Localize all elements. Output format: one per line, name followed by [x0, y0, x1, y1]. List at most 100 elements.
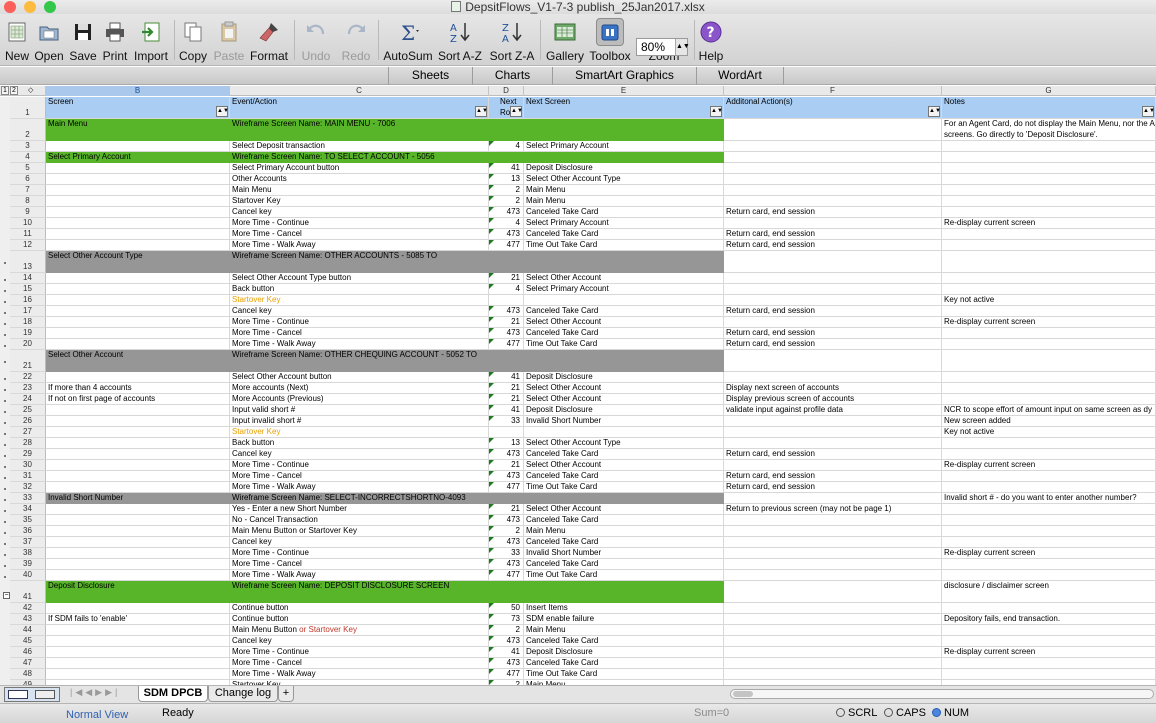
- cell-c[interactable]: Startover Key: [230, 427, 489, 438]
- cell-b[interactable]: [46, 526, 230, 537]
- cell-d[interactable]: 473: [489, 207, 524, 218]
- cell-e[interactable]: Deposit Disclosure: [524, 405, 724, 416]
- cell-g[interactable]: [942, 251, 1156, 273]
- cell-c[interactable]: Wireframe Screen Name: OTHER ACCOUNTS - …: [230, 251, 489, 273]
- cell-c[interactable]: Wireframe Screen Name: OTHER CHEQUING AC…: [230, 350, 489, 372]
- cell-b[interactable]: Screen ▲▼: [46, 97, 230, 119]
- cell-c[interactable]: More Time - Cancel: [230, 328, 489, 339]
- row-number[interactable]: 5: [10, 163, 46, 174]
- cell-f[interactable]: Return card, end session: [724, 471, 942, 482]
- cell-d[interactable]: 41: [489, 647, 524, 658]
- cell-g[interactable]: [942, 625, 1156, 636]
- gallery-button[interactable]: Gallery: [544, 14, 586, 66]
- cell-d[interactable]: 4: [489, 284, 524, 295]
- select-all-corner[interactable]: 1 2 ◇: [0, 86, 46, 96]
- cell-f[interactable]: [724, 284, 942, 295]
- row-number[interactable]: 3: [10, 141, 46, 152]
- tab-smartart-graphics[interactable]: SmartArt Graphics: [552, 67, 696, 85]
- cell-c[interactable]: Wireframe Screen Name: TO SELECT ACCOUNT…: [230, 152, 489, 163]
- cell-c[interactable]: More Time - Cancel: [230, 471, 489, 482]
- row-number[interactable]: 10: [10, 218, 46, 229]
- cell-e[interactable]: Select Primary Account: [524, 284, 724, 295]
- cell-e[interactable]: [524, 493, 724, 504]
- cell-b[interactable]: [46, 317, 230, 328]
- row-number[interactable]: 16: [10, 295, 46, 306]
- cell-f[interactable]: [724, 636, 942, 647]
- row-number[interactable]: 27: [10, 427, 46, 438]
- cell-c[interactable]: More Time - Continue: [230, 317, 489, 328]
- cell-c[interactable]: More accounts (Next): [230, 383, 489, 394]
- tab-sheets[interactable]: Sheets: [388, 67, 472, 85]
- cell-f[interactable]: Return card, end session: [724, 240, 942, 251]
- cell-c[interactable]: Wireframe Screen Name: MAIN MENU - 7006: [230, 119, 489, 141]
- cell-c[interactable]: Select Primary Account button: [230, 163, 489, 174]
- cell-b[interactable]: [46, 174, 230, 185]
- cell-g[interactable]: [942, 163, 1156, 174]
- row-number[interactable]: 41: [10, 581, 46, 603]
- cell-b[interactable]: [46, 207, 230, 218]
- filter-dropdown-icon[interactable]: ▲▼: [475, 106, 488, 117]
- row-number[interactable]: 26: [10, 416, 46, 427]
- cell-g[interactable]: [942, 229, 1156, 240]
- cell-d[interactable]: 473: [489, 328, 524, 339]
- cell-g[interactable]: Depository fails, end transaction.: [942, 614, 1156, 625]
- cell-f[interactable]: [724, 119, 942, 141]
- row-number[interactable]: 36: [10, 526, 46, 537]
- cell-e[interactable]: Main Menu: [524, 625, 724, 636]
- redo-button[interactable]: Redo: [338, 14, 374, 66]
- cell-b[interactable]: [46, 163, 230, 174]
- cell-d[interactable]: 41: [489, 405, 524, 416]
- cell-d[interactable]: 33: [489, 416, 524, 427]
- cell-b[interactable]: If more than 4 accounts: [46, 383, 230, 394]
- cell-d[interactable]: 21: [489, 394, 524, 405]
- cell-g[interactable]: Re-display current screen: [942, 548, 1156, 559]
- cell-c[interactable]: More Time - Continue: [230, 548, 489, 559]
- cell-f[interactable]: Return card, end session: [724, 339, 942, 350]
- cell-f[interactable]: [724, 438, 942, 449]
- cell-f[interactable]: [724, 614, 942, 625]
- cell-f[interactable]: Additonal Action(s) ▲▼: [724, 97, 942, 119]
- cell-g[interactable]: [942, 152, 1156, 163]
- cell-d[interactable]: 2: [489, 196, 524, 207]
- collapse-group-icon[interactable]: −: [3, 592, 10, 599]
- cell-b[interactable]: [46, 515, 230, 526]
- help-button[interactable]: ? Help: [696, 14, 726, 66]
- cell-c[interactable]: Yes - Enter a new Short Number: [230, 504, 489, 515]
- cell-c[interactable]: Cancel key: [230, 207, 489, 218]
- row-number[interactable]: 44: [10, 625, 46, 636]
- cell-d[interactable]: 473: [489, 449, 524, 460]
- sheet-nav-arrows-icon[interactable]: |◀◀▶▶|: [70, 687, 120, 698]
- cell-d[interactable]: [489, 119, 524, 141]
- tab-charts[interactable]: Charts: [472, 67, 552, 85]
- row-number[interactable]: 22: [10, 372, 46, 383]
- close-window-icon[interactable]: [4, 1, 16, 13]
- cell-g[interactable]: [942, 526, 1156, 537]
- cell-f[interactable]: [724, 152, 942, 163]
- cell-g[interactable]: NCR to scope effort of amount input on s…: [942, 405, 1156, 416]
- cell-f[interactable]: [724, 416, 942, 427]
- cell-b[interactable]: [46, 570, 230, 581]
- row-number[interactable]: 18: [10, 317, 46, 328]
- cell-g[interactable]: [942, 570, 1156, 581]
- cell-c[interactable]: Continue button: [230, 603, 489, 614]
- cell-g[interactable]: [942, 482, 1156, 493]
- page-layout-view-icon[interactable]: [35, 690, 55, 699]
- cell-c[interactable]: Startover Key: [230, 196, 489, 207]
- row-number[interactable]: 42: [10, 603, 46, 614]
- row-number[interactable]: 21: [10, 350, 46, 372]
- cell-g[interactable]: [942, 207, 1156, 218]
- cell-b[interactable]: [46, 229, 230, 240]
- cell-e[interactable]: Invalid Short Number: [524, 416, 724, 427]
- cell-g[interactable]: [942, 141, 1156, 152]
- cell-f[interactable]: [724, 548, 942, 559]
- row-number[interactable]: 32: [10, 482, 46, 493]
- cell-c[interactable]: Startover Key: [230, 295, 489, 306]
- cell-c[interactable]: Back button: [230, 438, 489, 449]
- cell-c[interactable]: More Time - Cancel: [230, 229, 489, 240]
- toolbox-button[interactable]: Toolbox: [588, 14, 632, 66]
- row-number[interactable]: 40: [10, 570, 46, 581]
- cell-g[interactable]: New screen added: [942, 416, 1156, 427]
- cell-f[interactable]: [724, 185, 942, 196]
- cell-e[interactable]: [524, 251, 724, 273]
- sort-az-button[interactable]: AZ Sort A-Z: [436, 14, 484, 66]
